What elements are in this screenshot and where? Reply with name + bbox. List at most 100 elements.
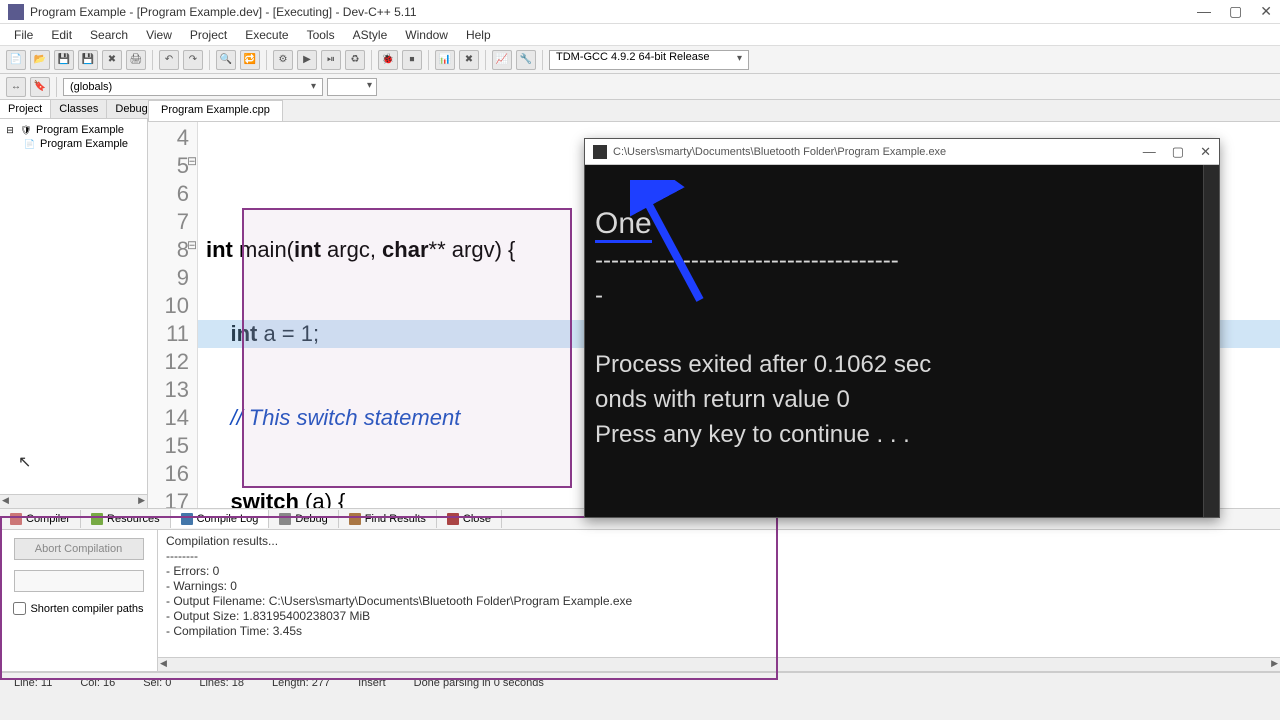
console-output[interactable]: One ------------------------------------… [585,165,1219,517]
tab-debug-bottom[interactable]: Debug [269,510,338,528]
print-icon[interactable]: 🖨 [126,50,146,70]
replace-icon[interactable]: 🔁 [240,50,260,70]
separator [266,50,267,70]
stop-icon[interactable]: ⏹ [402,50,422,70]
separator [485,50,486,70]
compiler-selector[interactable]: TDM-GCC 4.9.2 64-bit Release [549,50,749,70]
collapse-icon[interactable]: ⊟ [4,124,16,136]
sidebar: Project Classes Debug ⊟ 🛡 Program Exampl… [0,100,148,508]
redo-icon[interactable]: ↷ [183,50,203,70]
tree-file[interactable]: 📄 Program Example [4,137,143,151]
menu-window[interactable]: Window [397,26,456,44]
status-mode: Insert [344,677,400,689]
tree-root[interactable]: ⊟ 🛡 Program Example [4,123,143,137]
tab-compile-log[interactable]: Compile Log [171,510,270,528]
maximize-button[interactable]: ▢ [1229,3,1242,20]
console-dashes: -------------------------------------- [595,247,899,274]
separator [371,50,372,70]
menu-tools[interactable]: Tools [299,26,343,44]
file-tab[interactable]: Program Example.cpp [148,100,283,121]
console-minimize[interactable]: — [1143,144,1156,160]
menu-bar: File Edit Search View Project Execute To… [0,24,1280,46]
console-line-3: Press any key to continue . . . [595,421,910,448]
rebuild-icon[interactable]: ♻ [345,50,365,70]
console-titlebar[interactable]: C:\Users\smarty\Documents\Bluetooth Fold… [585,139,1219,165]
compile-run-icon[interactable]: ⏯ [321,50,341,70]
console-line-1: Process exited after 0.1062 sec [595,351,931,378]
abort-button[interactable]: Abort Compilation [14,538,144,560]
compile-icon[interactable]: ⚙ [273,50,293,70]
menu-project[interactable]: Project [182,26,235,44]
console-line-one: One [595,207,652,243]
sidebar-tabs: Project Classes Debug [0,100,147,119]
close-tab-icon [447,513,459,525]
shorten-label: Shorten compiler paths [30,603,143,615]
close-button[interactable]: ✕ [1260,3,1272,20]
member-selector[interactable] [327,78,377,96]
menu-edit[interactable]: Edit [43,26,80,44]
toolbar-scope: ↔ 🔖 (globals) [0,74,1280,100]
bookmark-icon[interactable]: 🔖 [30,77,50,97]
compiler-selector-label: TDM-GCC 4.9.2 64-bit Release [556,51,709,63]
bottom-panel: Abort Compilation Shorten compiler paths… [0,530,1280,672]
status-line: Line: 11 [0,677,66,689]
find-icon[interactable]: 🔍 [216,50,236,70]
menu-help[interactable]: Help [458,26,499,44]
scope-label: (globals) [70,81,112,93]
debug-icon[interactable]: 🐞 [378,50,398,70]
tab-find-results[interactable]: Find Results [339,510,437,528]
debug-tab-icon [279,513,291,525]
menu-execute[interactable]: Execute [237,26,296,44]
delete-profile-icon[interactable]: ✖ [459,50,479,70]
compile-log-text: Compilation results... -------- - Errors… [166,534,632,638]
tab-close[interactable]: Close [437,510,502,528]
toolbar-main: 📄 📂 💾 💾 ✖ 🖨 ↶ ↷ 🔍 🔁 ⚙ ▶ ⏯ ♻ 🐞 ⏹ 📊 ✖ 📈 🔧 … [0,46,1280,74]
shorten-checkbox-input[interactable] [13,602,26,615]
menu-search[interactable]: Search [82,26,136,44]
shorten-paths-checkbox[interactable]: Shorten compiler paths [13,602,143,615]
cursor-icon: ↖ [18,452,31,472]
status-sel: Sel: 0 [129,677,185,689]
goto-icon[interactable]: ↔ [6,77,26,97]
file-icon: 📄 [24,138,36,150]
run-icon[interactable]: ▶ [297,50,317,70]
resources-icon [91,513,103,525]
undo-icon[interactable]: ↶ [159,50,179,70]
tab-compiler[interactable]: Compiler [0,510,81,528]
console-maximize[interactable]: ▢ [1172,144,1184,160]
compiler-output-box [14,570,144,592]
minimize-button[interactable]: — [1197,3,1211,20]
profile-icon[interactable]: 📊 [435,50,455,70]
status-bar: Line: 11 Col: 16 Sel: 0 Lines: 18 Length… [0,672,1280,692]
console-window[interactable]: C:\Users\smarty\Documents\Bluetooth Fold… [584,138,1220,518]
separator [152,50,153,70]
scope-selector[interactable]: (globals) [63,78,323,96]
saveall-icon[interactable]: 💾 [78,50,98,70]
status-col: Col: 16 [66,677,129,689]
tree-root-label: Program Example [36,124,124,136]
console-close[interactable]: ✕ [1200,144,1211,160]
tab-resources[interactable]: Resources [81,510,171,528]
separator [209,50,210,70]
sidebar-scrollbar[interactable] [0,494,147,508]
app-icon [8,4,24,20]
menu-view[interactable]: View [138,26,180,44]
tab-classes[interactable]: Classes [51,100,107,118]
tools-icon[interactable]: 🔧 [516,50,536,70]
new-icon[interactable]: 📄 [6,50,26,70]
menu-astyle[interactable]: AStyle [345,26,396,44]
log-scrollbar[interactable] [158,657,1280,671]
console-line-2: onds with return value 0 [595,386,850,413]
separator [56,77,57,97]
console-scrollbar[interactable] [1203,165,1219,517]
save-icon[interactable]: 💾 [54,50,74,70]
find-icon [349,513,361,525]
file-tabs: Program Example.cpp [148,100,1280,122]
tab-project[interactable]: Project [0,100,51,118]
open-icon[interactable]: 📂 [30,50,50,70]
console-dash2: - [595,282,603,309]
menu-file[interactable]: File [6,26,41,44]
compile-log[interactable]: Compilation results... -------- - Errors… [158,530,1280,671]
close-file-icon[interactable]: ✖ [102,50,122,70]
chart-icon[interactable]: 📈 [492,50,512,70]
